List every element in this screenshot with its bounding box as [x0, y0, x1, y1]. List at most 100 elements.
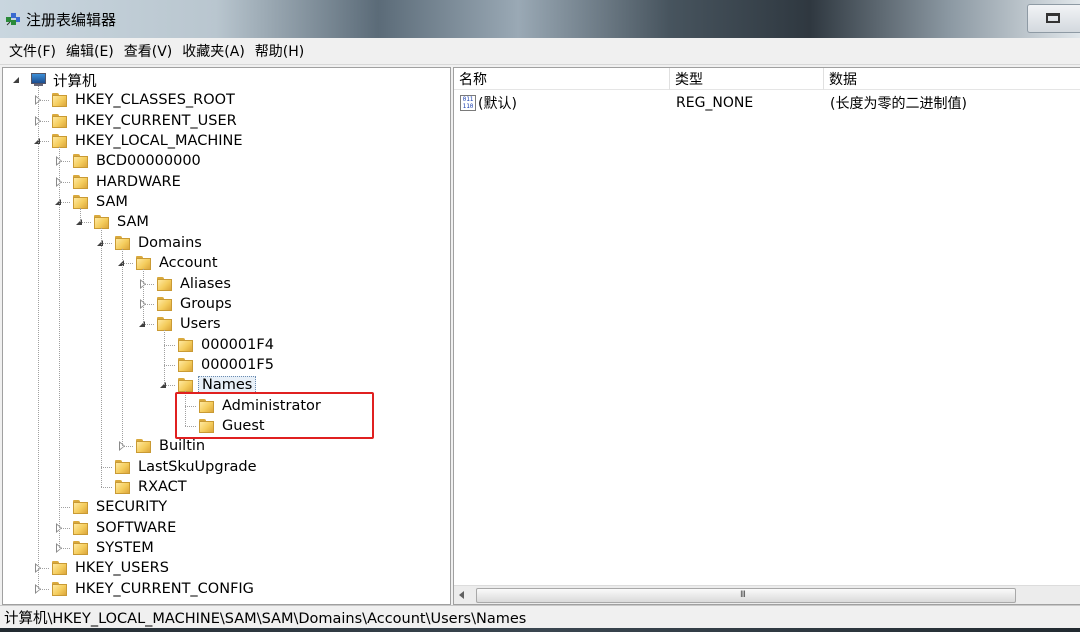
folder-icon: [51, 93, 68, 108]
tree-connector: [101, 466, 112, 468]
tree-item[interactable]: 000001F5: [177, 355, 277, 375]
expand-open-icon[interactable]: [55, 199, 61, 206]
tree-item-label: SAM: [117, 214, 149, 231]
tree-item[interactable]: HKEY_CLASSES_ROOT: [51, 90, 238, 110]
horizontal-scrollbar[interactable]: III: [454, 585, 1080, 604]
tree-item[interactable]: BCD00000000: [72, 151, 204, 171]
folder-icon: [177, 378, 194, 393]
computer-icon: [30, 73, 46, 87]
binary-value-icon: 011 110: [460, 95, 476, 111]
column-header-data[interactable]: 数据: [824, 68, 1080, 90]
expand-open-icon[interactable]: [97, 239, 103, 246]
maximize-icon: [1046, 13, 1060, 23]
folder-icon: [177, 337, 194, 352]
folder-icon: [114, 459, 131, 474]
tree-item[interactable]: Account: [135, 253, 221, 273]
tree-item[interactable]: SOFTWARE: [72, 518, 179, 538]
menu-edit[interactable]: 编辑(E): [61, 41, 119, 61]
tree-item[interactable]: HARDWARE: [72, 172, 184, 192]
tree-item-label: Domains: [138, 234, 202, 251]
tree-item[interactable]: 000001F4: [177, 335, 277, 355]
column-header-type[interactable]: 类型: [670, 68, 824, 90]
maximize-button[interactable]: [1027, 4, 1080, 33]
folder-icon: [72, 174, 89, 189]
values-list[interactable]: 名称 类型 数据 011 110 (默认) REG_NONE (长度为零的二进制值…: [453, 67, 1080, 605]
tree-item-label: HKEY_CLASSES_ROOT: [75, 92, 235, 109]
folder-icon: [114, 235, 131, 250]
menu-view[interactable]: 查看(V): [119, 41, 178, 61]
main-area: 计算机 HKEY_CLASSES_ROOT HKEY_CURRENT_USER HKE…: [0, 65, 1080, 605]
expand-open-icon[interactable]: [160, 382, 166, 389]
folder-icon: [51, 113, 68, 128]
tree-item[interactable]: Domains: [114, 233, 205, 253]
menu-file[interactable]: 文件(F): [0, 41, 61, 61]
window-title: 注册表编辑器: [26, 11, 117, 29]
tree-item[interactable]: LastSkuUpgrade: [114, 457, 260, 477]
folder-icon: [51, 134, 68, 149]
registry-tree[interactable]: 计算机 HKEY_CLASSES_ROOT HKEY_CURRENT_USER HKE…: [2, 67, 451, 605]
status-bar: 计算机\HKEY_LOCAL_MACHINE\SAM\SAM\Domains\A…: [0, 605, 1080, 628]
folder-icon: [156, 276, 173, 291]
tree-item[interactable]: HKEY_CURRENT_USER: [51, 111, 240, 131]
status-path: 计算机\HKEY_LOCAL_MACHINE\SAM\SAM\Domains\A…: [4, 610, 527, 627]
tree-item[interactable]: HKEY_USERS: [51, 558, 172, 578]
tree-item-label: SAM: [96, 194, 128, 211]
tree-item[interactable]: Groups: [156, 294, 235, 314]
tree-guide-line: [80, 208, 81, 223]
tree-item-label: SYSTEM: [96, 540, 154, 557]
folder-icon: [72, 154, 89, 169]
tree-item-label: SOFTWARE: [96, 519, 177, 536]
folder-icon: [177, 357, 194, 372]
tree-item-label: HKEY_LOCAL_MACHINE: [75, 133, 243, 150]
folder-icon: [135, 256, 152, 271]
expand-open-icon[interactable]: [34, 138, 40, 145]
menu-help[interactable]: 帮助(H): [250, 41, 309, 61]
tree-item[interactable]: HKEY_CURRENT_CONFIG: [51, 579, 257, 599]
expand-open-icon[interactable]: [76, 219, 82, 226]
value-name: (默认): [478, 96, 517, 112]
tree-item-label: Aliases: [180, 275, 231, 292]
tree-item[interactable]: RXACT: [114, 477, 190, 497]
tree-guide-line: [164, 330, 165, 386]
tree-item[interactable]: Builtin: [135, 436, 208, 456]
tree-item[interactable]: Aliases: [156, 274, 234, 294]
tree-item-label: HKEY_CURRENT_CONFIG: [75, 580, 254, 597]
folder-icon: [93, 215, 110, 230]
tree-item[interactable]: SECURITY: [72, 497, 170, 517]
scroll-left-icon[interactable]: [459, 591, 464, 599]
folder-icon: [72, 195, 89, 210]
tree-item-label: HKEY_CURRENT_USER: [75, 112, 237, 129]
expand-open-icon[interactable]: [118, 260, 124, 267]
folder-icon: [72, 541, 89, 556]
regedit-app-icon: [6, 13, 20, 26]
tree-item-label: Builtin: [159, 438, 206, 455]
tree-item-label: 000001F4: [201, 336, 274, 353]
annotation-highlight-box: [175, 392, 374, 439]
folder-icon: [51, 581, 68, 596]
tree-item[interactable]: 计算机: [30, 70, 100, 90]
tree-item-label: 计算机: [53, 73, 97, 90]
column-header-name[interactable]: 名称: [454, 68, 670, 90]
tree-item-label: Users: [180, 316, 221, 333]
tree-connector: [164, 344, 175, 346]
expand-open-icon[interactable]: [139, 321, 145, 328]
tree-item-label: Account: [159, 255, 218, 272]
tree-item[interactable]: SYSTEM: [72, 538, 157, 558]
scrollbar-thumb[interactable]: III: [476, 588, 1016, 603]
value-data: (长度为零的二进制值): [830, 96, 967, 112]
tree-item-label: BCD00000000: [96, 153, 201, 170]
tree-connector: [101, 487, 112, 488]
expand-open-icon[interactable]: [13, 77, 19, 83]
tree-item-label: HARDWARE: [96, 173, 181, 190]
menu-favorites[interactable]: 收藏夹(A): [177, 41, 250, 61]
folder-icon: [72, 500, 89, 515]
tree-connector: [59, 507, 70, 509]
list-item[interactable]: 011 110 (默认): [460, 92, 517, 114]
tree-item-label: SECURITY: [96, 499, 168, 516]
title-bar: 注册表编辑器: [0, 0, 1080, 38]
value-type: REG_NONE: [676, 95, 754, 111]
tree-connector: [164, 364, 175, 366]
tree-item[interactable]: Users: [156, 314, 224, 334]
tree-item[interactable]: HKEY_LOCAL_MACHINE: [51, 131, 246, 151]
taskbar-edge: [0, 628, 1080, 632]
